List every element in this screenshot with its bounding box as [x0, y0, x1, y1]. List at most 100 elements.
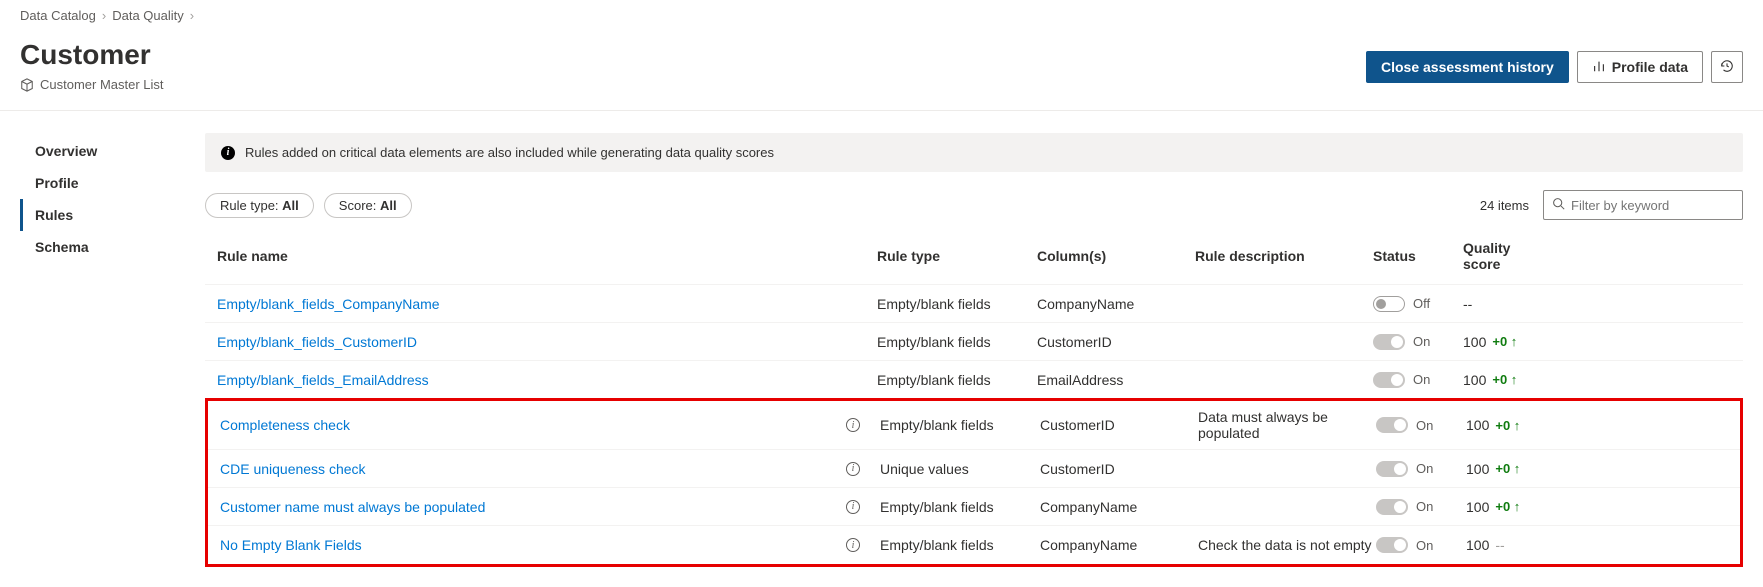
- cube-icon: [20, 78, 34, 92]
- search-input[interactable]: [1571, 198, 1747, 213]
- description-cell: Data must always be populated: [1198, 409, 1376, 441]
- sidebar-item-rules[interactable]: Rules: [20, 199, 205, 231]
- chevron-right-icon: ›: [102, 8, 106, 23]
- search-icon: [1552, 197, 1565, 213]
- rule-type-cell: Empty/blank fields: [880, 417, 1040, 433]
- filter-rule-type[interactable]: Rule type: All: [205, 193, 314, 218]
- columns-cell: CompanyName: [1040, 499, 1198, 515]
- table-body: Empty/blank_fields_CompanyName Empty/blan…: [205, 285, 1743, 399]
- items-count: 24 items: [1480, 198, 1529, 213]
- score-value: 100: [1466, 461, 1489, 477]
- status-label: On: [1416, 499, 1433, 514]
- sidebar: Overview Profile Rules Schema: [0, 111, 205, 587]
- info-icon[interactable]: i: [846, 538, 860, 552]
- breadcrumb-item[interactable]: Data Catalog: [20, 8, 96, 23]
- score-delta: +0 ↑: [1492, 334, 1517, 349]
- rule-type-cell: Empty/blank fields: [877, 334, 1037, 350]
- score-delta: +0 ↑: [1495, 461, 1520, 476]
- page-title: Customer: [20, 39, 164, 71]
- table-row: Customer name must always be populated i E…: [208, 488, 1740, 526]
- filter-score[interactable]: Score: All: [324, 193, 412, 218]
- close-assessment-history-button[interactable]: Close assessment history: [1366, 51, 1569, 83]
- main-content: i Rules added on critical data elements …: [205, 111, 1763, 587]
- rule-name-link[interactable]: No Empty Blank Fields: [220, 537, 362, 553]
- table-header: Rule name Rule type Column(s) Rule descr…: [205, 228, 1743, 285]
- table-row: Empty/blank_fields_CustomerID Empty/blank…: [205, 323, 1743, 361]
- status-toggle[interactable]: [1373, 296, 1405, 312]
- sidebar-item-schema[interactable]: Schema: [20, 231, 205, 263]
- status-toggle[interactable]: [1376, 499, 1408, 515]
- subtitle: Customer Master List: [40, 77, 164, 92]
- description-cell: Check the data is not empty: [1198, 537, 1376, 553]
- status-toggle[interactable]: [1376, 417, 1408, 433]
- status-toggle[interactable]: [1376, 537, 1408, 553]
- table-row: Empty/blank_fields_CompanyName Empty/blan…: [205, 285, 1743, 323]
- score-value: 100: [1466, 499, 1489, 515]
- bar-chart-icon: [1592, 59, 1606, 76]
- rule-name-link[interactable]: Completeness check: [220, 417, 350, 433]
- table-row: Completeness check i Empty/blank fieldsCus…: [208, 401, 1740, 450]
- columns-cell: CustomerID: [1037, 334, 1195, 350]
- score-delta: +0 ↑: [1495, 418, 1520, 433]
- history-icon: [1720, 59, 1734, 76]
- score-value: 100: [1466, 417, 1489, 433]
- rule-name-link[interactable]: Empty/blank_fields_EmailAddress: [217, 372, 429, 388]
- rule-name-link[interactable]: Empty/blank_fields_CustomerID: [217, 334, 417, 350]
- highlighted-rows: Completeness checkiEmpty/blank fieldsCus…: [205, 398, 1743, 567]
- columns-cell: CustomerID: [1040, 461, 1198, 477]
- score-value: --: [1463, 296, 1472, 312]
- status-label: On: [1413, 334, 1430, 349]
- col-header-columns[interactable]: Column(s): [1037, 248, 1195, 264]
- sidebar-item-profile[interactable]: Profile: [20, 167, 205, 199]
- rule-type-cell: Empty/blank fields: [880, 499, 1040, 515]
- status-label: Off: [1413, 296, 1430, 311]
- status-label: On: [1416, 461, 1433, 476]
- search-input-wrap[interactable]: [1543, 190, 1743, 220]
- col-header-name[interactable]: Rule name: [217, 248, 877, 264]
- table-row: Empty/blank_fields_EmailAddress Empty/bla…: [205, 361, 1743, 399]
- toolbar: Rule type: All Score: All 24 items: [205, 190, 1743, 220]
- score-delta: --: [1495, 537, 1504, 553]
- score-value: 100: [1463, 334, 1486, 350]
- col-header-score[interactable]: Quality score: [1463, 240, 1543, 272]
- info-icon[interactable]: i: [846, 500, 860, 514]
- breadcrumb: Data Catalog › Data Quality ›: [0, 0, 1763, 31]
- status-toggle[interactable]: [1376, 461, 1408, 477]
- table-row: No Empty Blank Fields i Empty/blank fields…: [208, 526, 1740, 564]
- col-header-type[interactable]: Rule type: [877, 248, 1037, 264]
- rules-table: Rule name Rule type Column(s) Rule descr…: [205, 228, 1743, 567]
- status-label: On: [1416, 538, 1433, 553]
- profile-data-button[interactable]: Profile data: [1577, 51, 1703, 83]
- rule-name-link[interactable]: Customer name must always be populated: [220, 499, 485, 515]
- columns-cell: CompanyName: [1040, 537, 1198, 553]
- columns-cell: EmailAddress: [1037, 372, 1195, 388]
- columns-cell: CustomerID: [1040, 417, 1198, 433]
- breadcrumb-item[interactable]: Data Quality: [112, 8, 184, 23]
- history-icon-button[interactable]: [1711, 51, 1743, 83]
- rule-name-link[interactable]: Empty/blank_fields_CompanyName: [217, 296, 440, 312]
- info-banner-text: Rules added on critical data elements ar…: [245, 145, 774, 160]
- status-toggle[interactable]: [1373, 372, 1405, 388]
- status-label: On: [1416, 418, 1433, 433]
- score-value: 100: [1466, 537, 1489, 553]
- sidebar-item-overview[interactable]: Overview: [20, 135, 205, 167]
- rule-name-link[interactable]: CDE uniqueness check: [220, 461, 366, 477]
- page-header: Customer Customer Master List Close asse…: [0, 31, 1763, 111]
- info-icon: i: [221, 146, 235, 160]
- col-header-status[interactable]: Status: [1373, 248, 1463, 264]
- columns-cell: CompanyName: [1037, 296, 1195, 312]
- info-icon[interactable]: i: [846, 418, 860, 432]
- status-toggle[interactable]: [1373, 334, 1405, 350]
- status-label: On: [1413, 372, 1430, 387]
- rule-type-cell: Empty/blank fields: [880, 537, 1040, 553]
- score-value: 100: [1463, 372, 1486, 388]
- rule-type-cell: Empty/blank fields: [877, 296, 1037, 312]
- col-header-desc[interactable]: Rule description: [1195, 248, 1373, 264]
- rule-type-cell: Empty/blank fields: [877, 372, 1037, 388]
- info-icon[interactable]: i: [846, 462, 860, 476]
- rule-type-cell: Unique values: [880, 461, 1040, 477]
- score-delta: +0 ↑: [1495, 499, 1520, 514]
- table-row: CDE uniqueness check i Unique valuesCustom…: [208, 450, 1740, 488]
- info-banner: i Rules added on critical data elements …: [205, 133, 1743, 172]
- score-delta: +0 ↑: [1492, 372, 1517, 387]
